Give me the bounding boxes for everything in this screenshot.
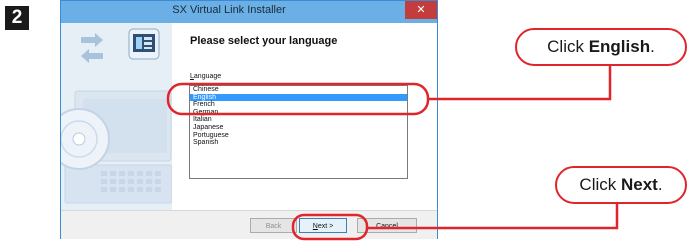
title-bar: SX Virtual Link Installer ✕ — [61, 1, 437, 23]
next-button[interactable]: Next > — [299, 218, 347, 233]
page-heading: Please select your language — [190, 35, 338, 47]
close-icon: ✕ — [416, 4, 426, 16]
callout-click-next: Click Next. — [555, 166, 687, 204]
installer-side-art — [61, 23, 172, 210]
language-option-chinese[interactable]: Chinese — [190, 86, 407, 94]
cancel-button[interactable]: Cancel — [357, 218, 417, 233]
language-listbox[interactable]: Chinese English French German Italian Japanes… — [189, 85, 408, 179]
english-connector — [428, 66, 612, 101]
language-option-japanese[interactable]: Japanese — [190, 124, 407, 132]
step-number-badge: 2 — [5, 6, 29, 30]
language-option-portuguese[interactable]: Portuguese — [190, 132, 407, 140]
side-art-graphic — [61, 23, 172, 210]
callout-click-english: Click English. — [515, 28, 687, 66]
window-title: SX Virtual Link Installer — [172, 4, 286, 16]
language-option-english[interactable]: English — [190, 93, 407, 102]
language-option-german[interactable]: German — [190, 109, 407, 117]
close-button[interactable]: ✕ — [405, 1, 437, 19]
language-option-italian[interactable]: Italian — [190, 116, 407, 124]
back-button[interactable]: Back — [250, 218, 297, 233]
installer-window: SX Virtual Link Installer ✕ Please selec… — [60, 0, 438, 239]
button-bar: Back Next > Cancel — [61, 210, 437, 239]
language-label: Language — [190, 73, 222, 80]
language-option-spanish[interactable]: Spanish — [190, 139, 407, 147]
installer-content: Please select your language Language Chi… — [172, 23, 437, 210]
language-option-french[interactable]: French — [190, 101, 407, 109]
